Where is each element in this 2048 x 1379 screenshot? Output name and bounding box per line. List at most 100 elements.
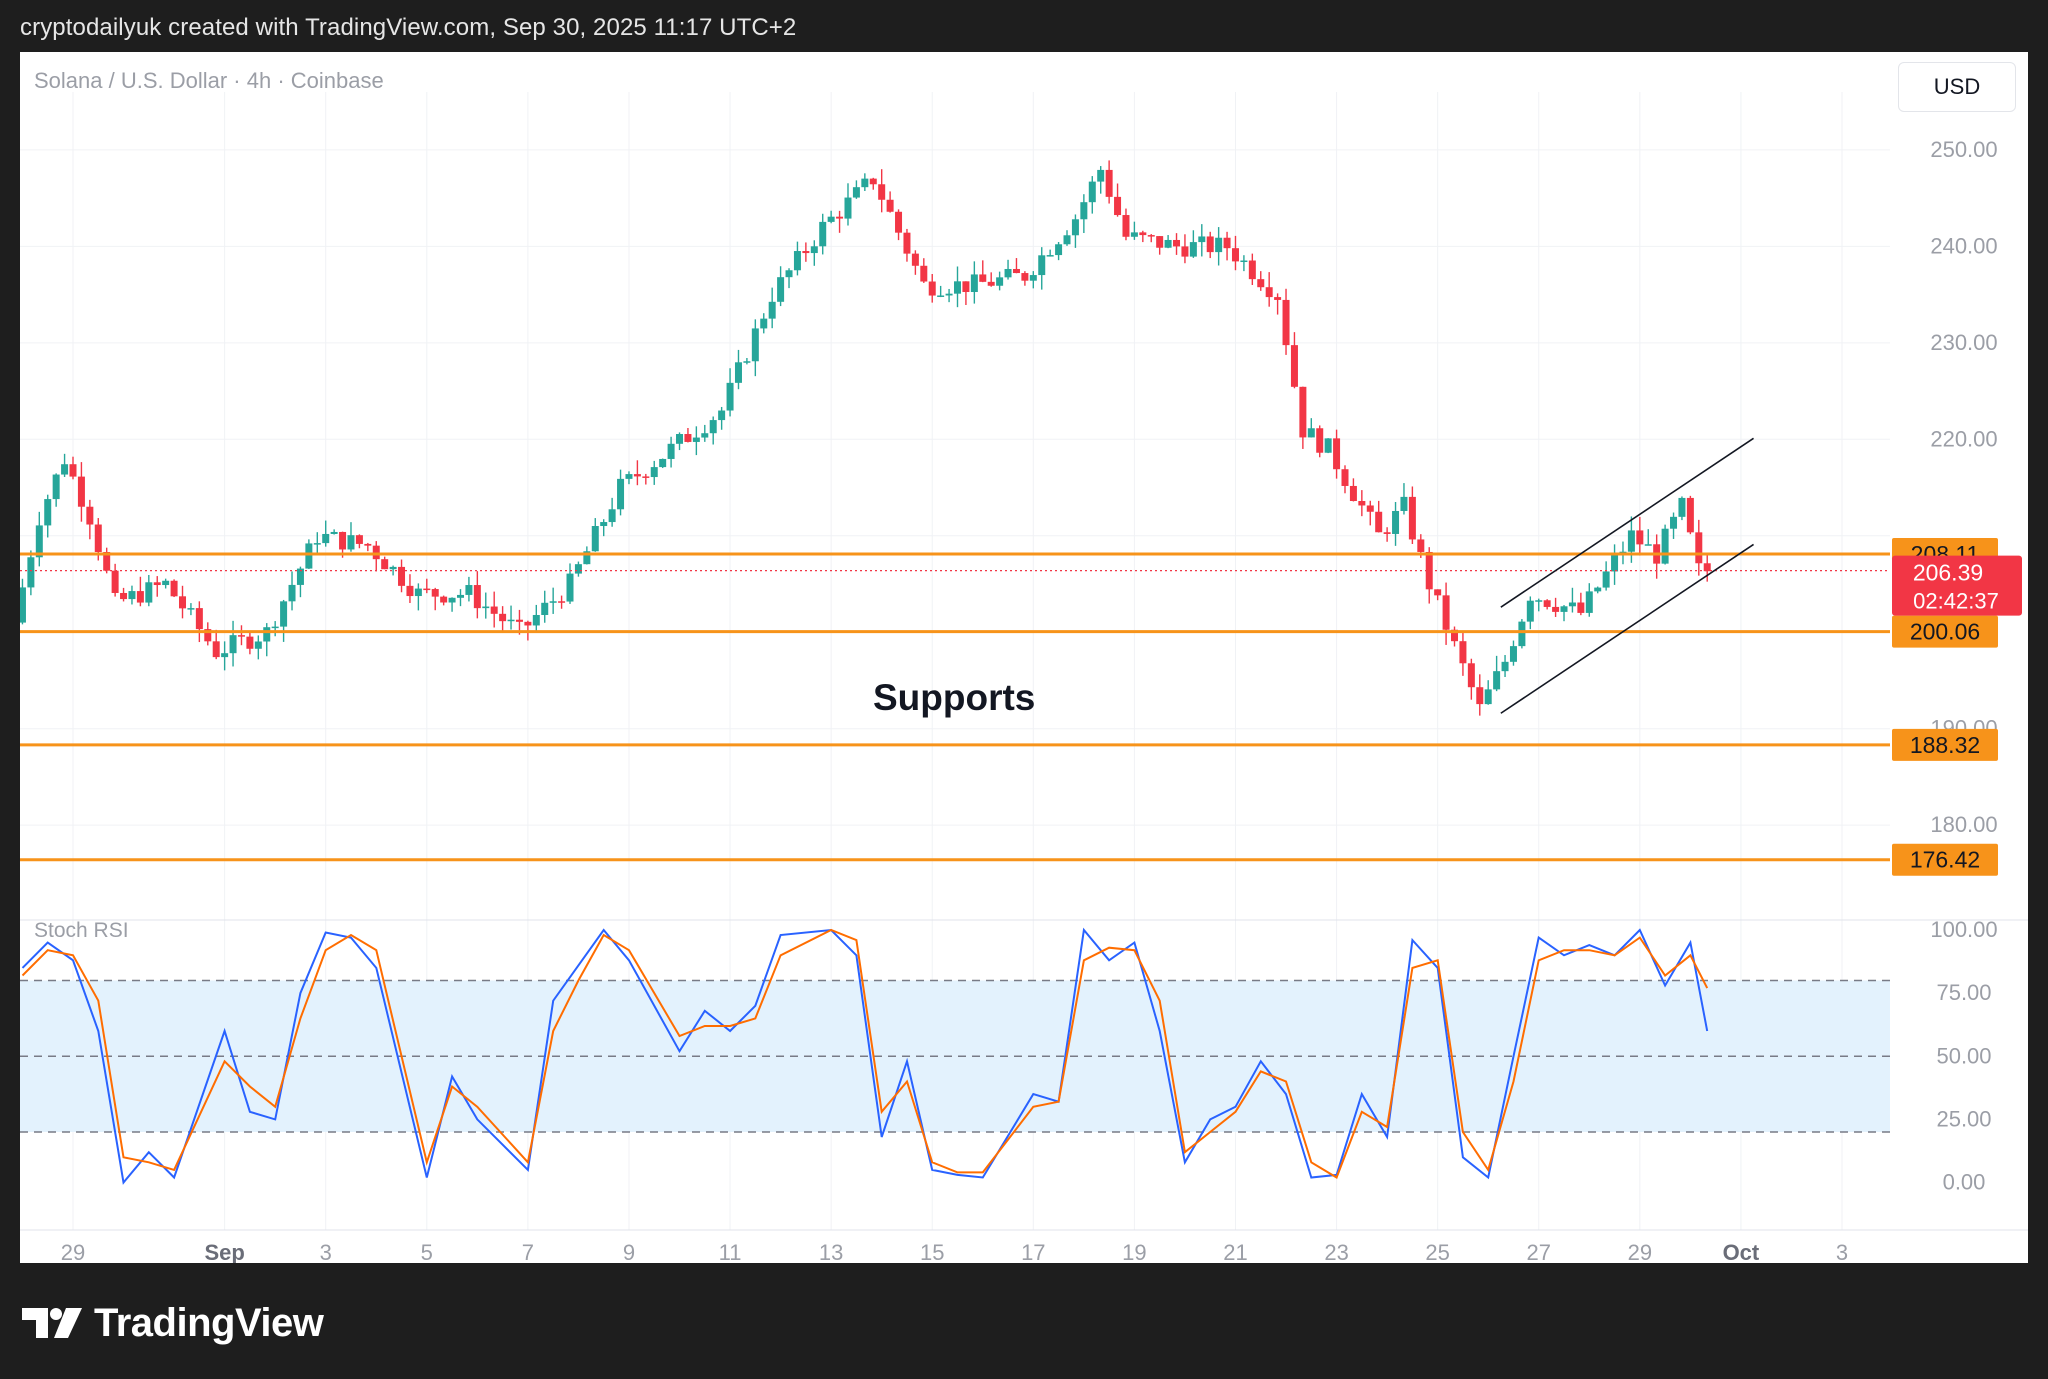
candle — [456, 589, 464, 607]
candle — [743, 358, 751, 365]
candle — [945, 288, 953, 303]
candle-body — [398, 566, 406, 586]
candle — [406, 574, 414, 604]
candle-body — [1392, 510, 1400, 534]
candle-body — [1636, 530, 1644, 545]
candle — [954, 266, 961, 308]
candle-body — [221, 653, 229, 658]
candle-body — [1686, 497, 1694, 533]
candle-body — [1543, 600, 1551, 607]
candle — [35, 511, 43, 567]
candle — [541, 590, 549, 623]
candle — [237, 625, 245, 646]
candle-body — [1265, 287, 1273, 298]
price-axis: 250.00240.00230.00220.00190.00180.00100.… — [1892, 137, 2022, 1195]
candle — [86, 499, 94, 540]
candle — [903, 228, 911, 262]
candle-body — [1602, 571, 1610, 588]
candle-body — [313, 543, 321, 545]
countdown-text: 02:42:37 — [1913, 589, 1999, 614]
candle-body — [810, 246, 818, 254]
candle — [263, 623, 271, 657]
candle — [760, 313, 768, 334]
candle-body — [1552, 606, 1560, 612]
candle — [1493, 655, 1501, 692]
candle-body — [617, 478, 625, 510]
candle — [1425, 547, 1433, 604]
price-tick-label: 250.00 — [1930, 137, 1997, 162]
candle-body — [962, 281, 970, 293]
candle-body — [1038, 255, 1046, 276]
candle-body — [1644, 544, 1652, 546]
candle-body — [195, 608, 203, 630]
candle — [1198, 224, 1206, 257]
candle-body — [431, 589, 439, 597]
candle — [499, 606, 507, 633]
time-tick-label: 11 — [719, 1240, 742, 1263]
candle-body — [1055, 244, 1063, 256]
candle — [692, 426, 700, 456]
candle — [1181, 234, 1189, 264]
support-price-label: 200.06 — [1892, 615, 1998, 648]
candle-body — [886, 199, 894, 212]
chart-svg[interactable]: SupportsStoch RSI250.00240.00230.00220.0… — [20, 52, 2028, 1263]
candle — [1653, 534, 1661, 579]
candle — [1206, 231, 1214, 259]
candle-body — [600, 522, 608, 527]
candle — [1055, 241, 1063, 261]
candle-body — [499, 613, 507, 622]
candle-body — [1290, 345, 1298, 387]
candle-body — [979, 274, 987, 282]
candle-body — [1484, 689, 1492, 705]
candle-body — [212, 641, 220, 658]
candle-body — [145, 582, 153, 603]
candle-body — [1114, 196, 1122, 216]
candle — [1189, 230, 1197, 258]
candle-body — [1476, 687, 1484, 705]
candle-body — [20, 587, 26, 623]
candle-body — [937, 295, 945, 297]
candle — [574, 561, 582, 577]
candle — [1467, 658, 1475, 700]
candle — [77, 462, 85, 522]
candle — [1021, 271, 1029, 286]
support-price-label: 176.42 — [1892, 843, 1998, 876]
candle-body — [743, 361, 751, 363]
candle — [1080, 194, 1088, 234]
candle — [1526, 596, 1534, 630]
time-tick-label: 27 — [1527, 1240, 1551, 1263]
candle — [204, 622, 212, 646]
candle — [591, 518, 599, 552]
candle-body — [869, 178, 877, 185]
candle — [617, 469, 625, 516]
candle — [642, 473, 650, 485]
candle — [1661, 524, 1669, 565]
candle-body — [1156, 236, 1164, 248]
candle — [1240, 255, 1248, 272]
candle-body — [52, 474, 60, 500]
candle — [659, 458, 667, 469]
candle-body — [1316, 428, 1324, 453]
candle-body — [1105, 169, 1113, 197]
candle — [886, 191, 894, 213]
candle — [751, 319, 759, 377]
candle-body — [1341, 469, 1349, 486]
candle — [448, 597, 456, 612]
candle-body — [288, 584, 296, 602]
candle — [709, 416, 717, 445]
candle-body — [1240, 260, 1248, 263]
currency-button[interactable]: USD — [1898, 62, 2016, 112]
candle — [734, 349, 742, 390]
current-price-label: 206.39 02:42:37 — [1892, 555, 2022, 616]
candle — [364, 542, 372, 552]
candle-body — [718, 410, 726, 421]
chart-area[interactable]: Supports Stoch RSI 250.00 240.00 230.00 220.0… — [20, 52, 2028, 1263]
candle — [600, 519, 608, 537]
candle-body — [878, 184, 886, 200]
candle — [827, 210, 835, 224]
candle — [1105, 160, 1113, 204]
time-tick-label: 23 — [1324, 1240, 1348, 1263]
time-tick-label: 19 — [1122, 1240, 1146, 1263]
tradingview-logo[interactable]: TradingView — [22, 1301, 324, 1345]
candle — [768, 287, 776, 329]
